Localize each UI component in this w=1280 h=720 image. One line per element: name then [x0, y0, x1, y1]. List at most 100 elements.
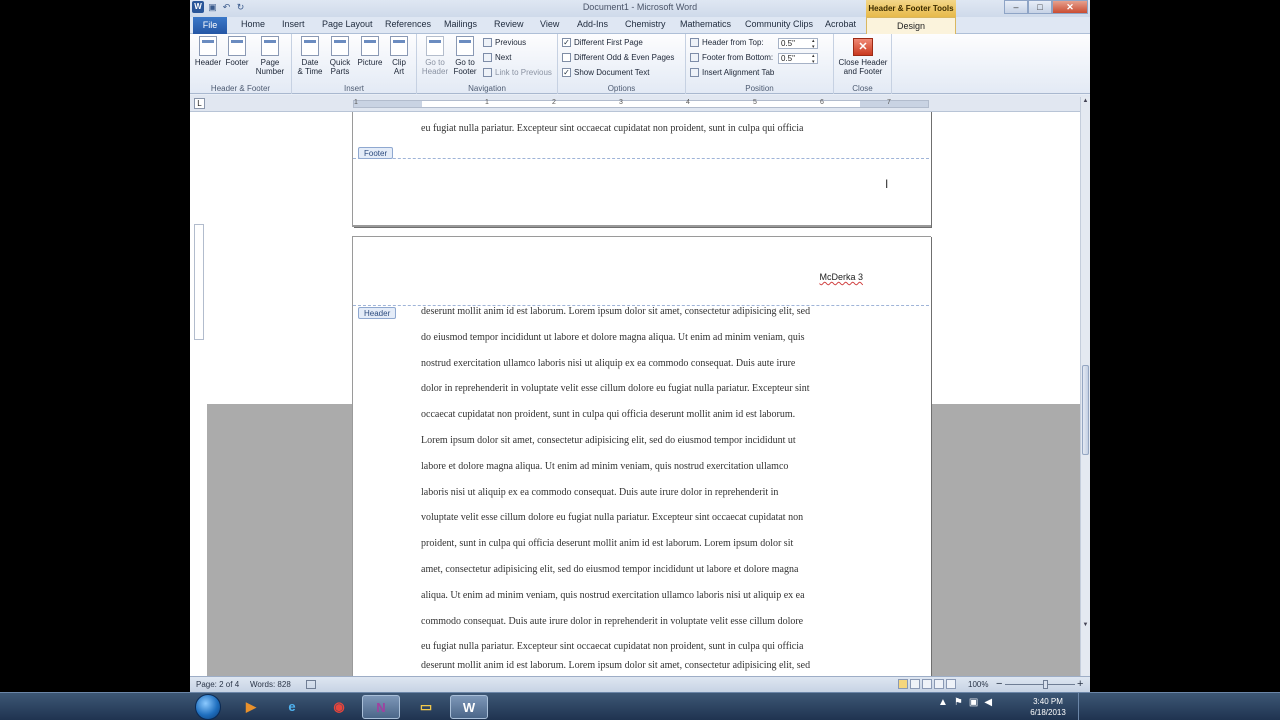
header-button[interactable]: Header [194, 36, 222, 67]
tab-insert[interactable]: Insert [282, 19, 305, 29]
text-line[interactable]: eu fugiat nulla pariatur. Excepteur sint… [421, 116, 861, 142]
chrome-taskbar-icon[interactable]: ◉ [320, 695, 358, 719]
tab-design[interactable]: Design [866, 17, 956, 35]
maximize-button[interactable]: □ [1028, 0, 1052, 14]
date-time-button[interactable]: Date & Time [296, 36, 324, 76]
outline-view-icon[interactable] [934, 679, 944, 689]
clip-art-button[interactable]: Clip Art [387, 36, 411, 76]
text-line[interactable]: dolor in reprehenderit in voluptate veli… [421, 376, 861, 402]
print-layout-view-icon[interactable] [898, 679, 908, 689]
start-button[interactable] [195, 694, 221, 720]
show-hidden-icons-icon[interactable]: ▲ [938, 697, 948, 708]
previous-button[interactable]: Previous [483, 38, 526, 47]
horizontal-ruler[interactable]: 1 1 2 3 4 5 6 7 [353, 99, 929, 108]
header-text[interactable]: McDerka 3 [819, 272, 863, 282]
draft-view-icon[interactable] [946, 679, 956, 689]
vertical-ruler[interactable] [194, 224, 204, 340]
tab-mathematics[interactable]: Mathematics [680, 19, 731, 29]
full-screen-reading-view-icon[interactable] [910, 679, 920, 689]
tab-home[interactable]: Home [241, 19, 265, 29]
tab-acrobat[interactable]: Acrobat [825, 19, 856, 29]
group-label-navigation: Navigation [468, 84, 506, 93]
calendar-icon [301, 36, 319, 56]
text-line[interactable]: labore et dolore magna aliqua. Ut enim a… [421, 454, 861, 480]
ruler-tick-label: 7 [887, 99, 891, 106]
different-odd-even-checkbox[interactable]: Different Odd & Even Pages [562, 53, 674, 62]
flag-icon[interactable]: ⚑ [954, 697, 963, 708]
text-line[interactable]: eu fugiat nulla pariatur. Excepteur sint… [421, 634, 861, 660]
close-window-button[interactable]: ✕ [1052, 0, 1088, 14]
text-line[interactable]: deserunt mollit anim id est laborum. Lor… [421, 299, 861, 325]
page-1[interactable]: eu fugiat nulla pariatur. Excepteur sint… [353, 112, 931, 227]
zoom-in-button[interactable]: + [1077, 678, 1083, 690]
tab-mailings[interactable]: Mailings [444, 19, 477, 29]
footer-from-bottom-input[interactable]: 0.5" [778, 53, 818, 65]
zoom-out-button[interactable]: − [996, 678, 1002, 690]
tab-references[interactable]: References [385, 19, 431, 29]
zoom-slider-knob[interactable] [1043, 680, 1048, 689]
scroll-up-button[interactable]: ▲ [1081, 97, 1090, 106]
text-line[interactable]: proident, sunt in culpa qui officia dese… [421, 531, 861, 557]
go-to-footer-button[interactable]: Go to Footer [450, 36, 480, 76]
tab-community-clips[interactable]: Community Clips [745, 19, 813, 29]
page-count[interactable]: Page: 2 of 4 [196, 680, 239, 689]
web-layout-view-icon[interactable] [922, 679, 932, 689]
text-line[interactable]: commodo consequat. Duis aute irure dolor… [421, 609, 861, 635]
proofing-icon[interactable] [306, 680, 316, 689]
clock-time: 3:40 PM [1033, 697, 1063, 706]
text-line[interactable]: do eiusmod tempor incididunt ut labore e… [421, 325, 861, 351]
header-icon [199, 36, 217, 56]
text-line[interactable]: amet, consectetur adipisicing elit, sed … [421, 557, 861, 583]
tab-chemistry[interactable]: Chemistry [625, 19, 666, 29]
header-footer-tools-label: Header & Footer Tools [866, 0, 956, 17]
volume-icon[interactable]: ◀ [984, 697, 992, 708]
link-to-previous-button[interactable]: Link to Previous [483, 68, 552, 77]
tab-file[interactable]: File [193, 17, 227, 34]
text-line[interactable]: voluptate velit esse cillum dolore eu fu… [421, 505, 861, 531]
show-document-text-checkbox[interactable]: ✓ Show Document Text [562, 68, 649, 77]
text-line[interactable]: occaecat cupidatat non proident, sunt in… [421, 402, 861, 428]
text-line[interactable]: deserunt mollit anim id est laborum. Lor… [421, 660, 861, 672]
go-to-header-button[interactable]: Go to Header [420, 36, 450, 76]
text-line[interactable]: aliqua. Ut enim ad minim veniam, quis no… [421, 583, 861, 609]
close-header-footer-button[interactable]: ✕ Close Header and Footer [834, 34, 892, 76]
ruler-tick-label: 2 [552, 99, 556, 106]
tab-review[interactable]: Review [494, 19, 524, 29]
footer-tag: Footer [358, 147, 394, 159]
zoom-level[interactable]: 100% [968, 680, 988, 689]
different-first-page-checkbox[interactable]: ✓ Different First Page [562, 38, 643, 47]
text-line[interactable]: Lorem ipsum dolor sit amet, consectetur … [421, 428, 861, 454]
text-line[interactable]: laboris nisi ut aliquip ex ea commodo co… [421, 480, 861, 506]
file-explorer-taskbar-icon[interactable]: ▭ [407, 695, 445, 719]
network-icon[interactable]: ▣ [969, 697, 978, 708]
tab-view[interactable]: View [540, 19, 559, 29]
tab-selector-button[interactable]: L [194, 98, 205, 109]
tab-add-ins[interactable]: Add-Ins [577, 19, 608, 29]
zoom-slider[interactable] [1005, 680, 1075, 689]
word-taskbar-icon[interactable]: W [450, 695, 488, 719]
quick-parts-button[interactable]: Quick Parts [326, 36, 354, 76]
insert-alignment-tab-button[interactable]: Insert Alignment Tab [690, 68, 774, 77]
header-from-top-input[interactable]: 0.5" [778, 38, 818, 50]
page-2[interactable]: McDerka 3 Header deserunt mollit anim id… [353, 236, 931, 676]
page-number-button[interactable]: Page Number [252, 36, 288, 76]
next-button[interactable]: Next [483, 53, 511, 62]
clock[interactable]: 3:40 PM 6/18/2013 [1028, 696, 1068, 718]
media-player-taskbar-icon[interactable]: ▶ [232, 695, 270, 719]
scroll-down-button[interactable]: ▼ [1081, 621, 1090, 630]
internet-explorer-taskbar-icon[interactable]: e [273, 695, 311, 719]
vertical-scrollbar[interactable]: ▲ ▼ [1080, 97, 1090, 676]
page-2-body[interactable]: deserunt mollit anim id est laborum. Lor… [421, 299, 861, 672]
picture-button[interactable]: Picture [355, 36, 385, 67]
scroll-thumb[interactable] [1082, 365, 1089, 455]
tab-page-layout[interactable]: Page Layout [322, 19, 373, 29]
onenote-taskbar-icon[interactable]: N [362, 695, 400, 719]
footer-button[interactable]: Footer [223, 36, 251, 67]
footer-position-icon [690, 53, 699, 62]
page-1-body[interactable]: eu fugiat nulla pariatur. Excepteur sint… [421, 116, 861, 142]
show-desktop-button[interactable] [1078, 693, 1090, 720]
document-area[interactable]: eu fugiat nulla pariatur. Excepteur sint… [190, 112, 1080, 676]
word-count[interactable]: Words: 828 [250, 680, 291, 689]
text-line[interactable]: nostrud exercitation ullamco laboris nis… [421, 351, 861, 377]
minimize-button[interactable]: – [1004, 0, 1028, 14]
